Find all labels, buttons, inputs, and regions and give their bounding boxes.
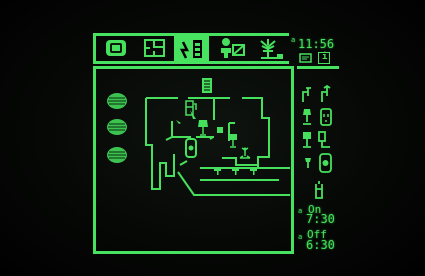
sprinkler-device[interactable] bbox=[238, 147, 252, 159]
off-time[interactable]: 6:30 bbox=[306, 239, 335, 251]
pool-lights[interactable] bbox=[212, 166, 262, 176]
shrub-2 bbox=[106, 118, 128, 136]
shrub-icon bbox=[107, 147, 127, 163]
on-marker: a bbox=[298, 207, 303, 215]
sprinkler-icon bbox=[239, 147, 251, 159]
switch-icon bbox=[305, 158, 311, 168]
appliance-icon bbox=[319, 153, 332, 173]
device-plug[interactable] bbox=[318, 131, 332, 149]
faucet-cold-icon bbox=[302, 87, 311, 102]
stove-device[interactable] bbox=[185, 138, 197, 158]
device-appliance[interactable] bbox=[319, 153, 332, 173]
lamp-device-1[interactable] bbox=[197, 120, 209, 136]
garden-lights-icon bbox=[214, 167, 257, 175]
shrub-icon bbox=[107, 93, 127, 109]
lamp-icon bbox=[198, 120, 208, 136]
device-faucet-cold[interactable] bbox=[301, 85, 315, 103]
outlet-icon bbox=[217, 127, 223, 133]
faucet-hot-icon bbox=[321, 85, 331, 102]
crt-screen: a 11:56 i a On 7:30 a Off 6:30 bbox=[0, 0, 425, 276]
refrigerator-icon bbox=[185, 100, 197, 116]
device-switch[interactable] bbox=[303, 156, 313, 170]
house-floorplan bbox=[145, 97, 290, 196]
off-marker: a bbox=[298, 233, 303, 241]
on-time[interactable]: 7:30 bbox=[306, 213, 335, 225]
lamp-device-2[interactable] bbox=[227, 134, 239, 148]
stove-icon bbox=[185, 138, 197, 158]
radiator-icon bbox=[202, 78, 212, 93]
lamp-icon bbox=[303, 109, 311, 125]
outlet-icon bbox=[320, 108, 332, 126]
shrub-1 bbox=[106, 92, 128, 110]
device-faucet-hot[interactable] bbox=[320, 85, 334, 103]
heater-device[interactable] bbox=[202, 78, 212, 93]
plug-icon bbox=[318, 131, 330, 148]
shrub-3 bbox=[106, 146, 128, 164]
outlet-device-1[interactable] bbox=[216, 126, 224, 134]
device-water-heater[interactable] bbox=[313, 180, 325, 200]
side-panel-frame bbox=[297, 66, 339, 69]
fridge-device[interactable] bbox=[185, 100, 197, 116]
device-lamp[interactable] bbox=[301, 108, 313, 126]
device-outlet[interactable] bbox=[320, 108, 332, 126]
device-table-lamp[interactable] bbox=[301, 131, 313, 149]
table-lamp-icon bbox=[303, 132, 311, 148]
water-heater-icon bbox=[315, 181, 323, 199]
lamp-icon bbox=[229, 134, 237, 148]
shrub-icon bbox=[107, 119, 127, 135]
